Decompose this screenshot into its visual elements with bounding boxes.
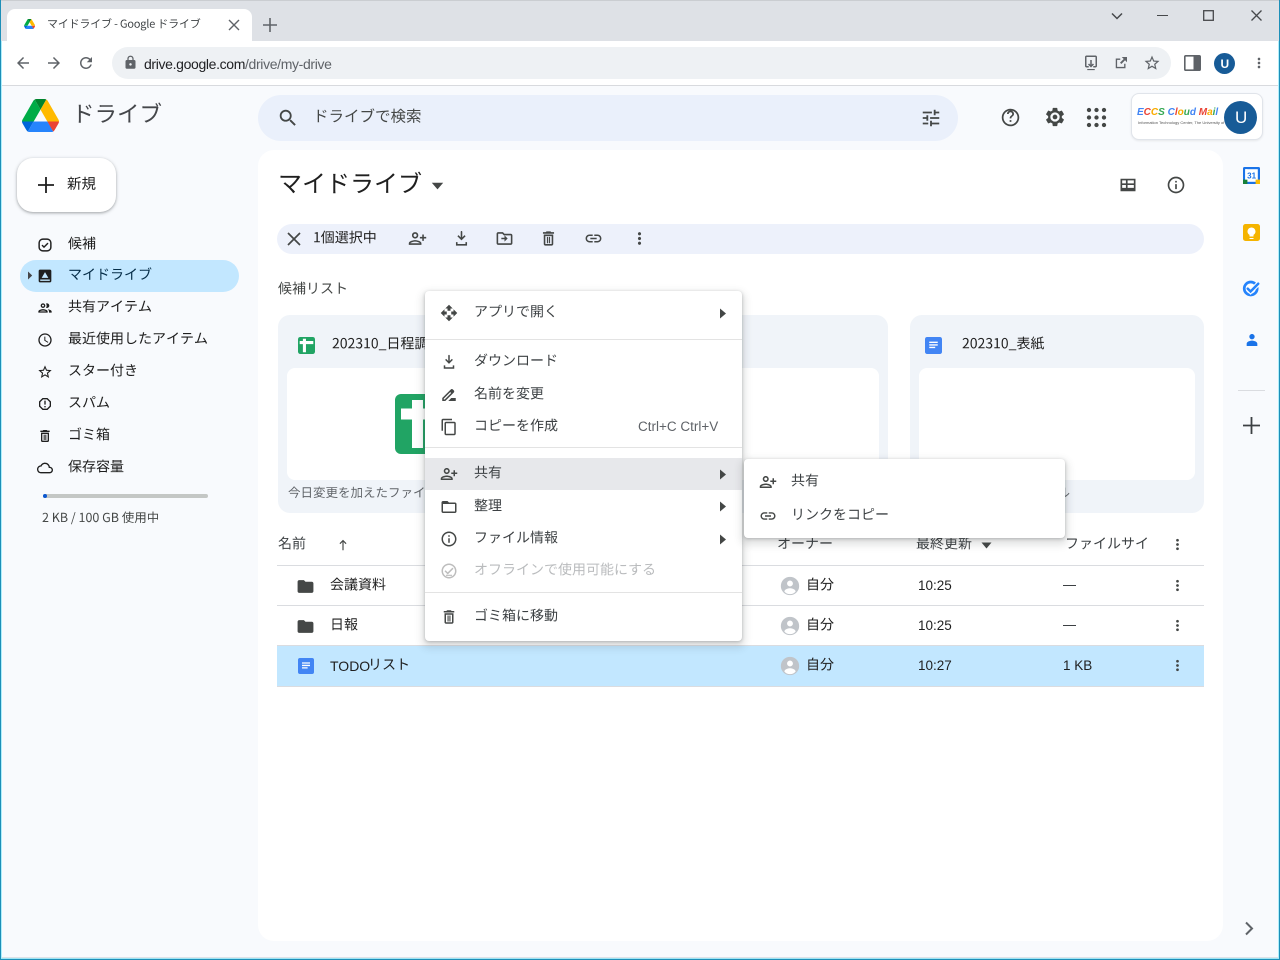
svg-text:31: 31 (1247, 172, 1256, 181)
